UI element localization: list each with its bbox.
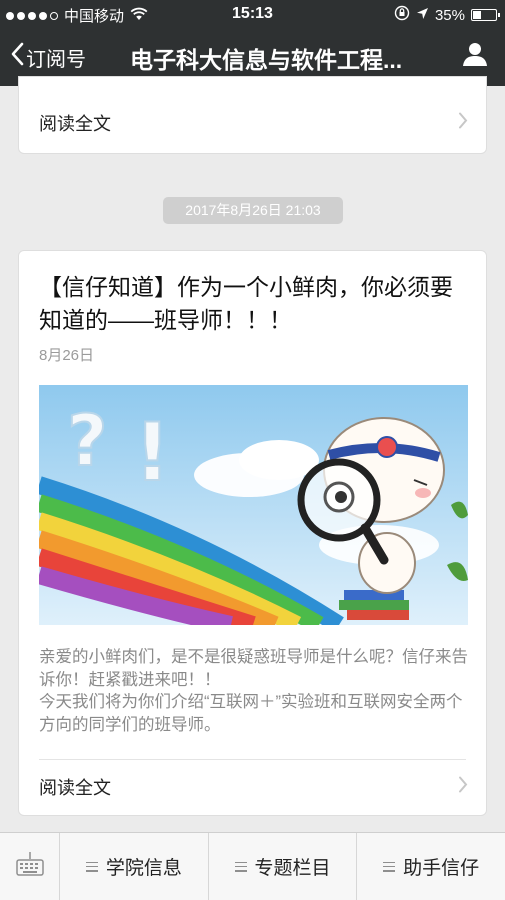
battery-level [473, 11, 482, 19]
read-more-row[interactable]: 阅读全文 [19, 759, 486, 815]
battery-icon [471, 9, 500, 21]
svg-text:?: ? [67, 400, 108, 482]
location-arrow-icon [416, 7, 429, 24]
chevron-left-icon [10, 42, 24, 72]
svg-text:!: ! [134, 406, 170, 499]
back-label: 订阅号 [26, 48, 86, 71]
article-title[interactable]: 【信仔知道】作为一个小鲜肉，你必须要知道的——班导师！！！ [39, 271, 469, 337]
read-more-label: 阅读全文 [39, 778, 111, 798]
status-bar: 中国移动 15:13 35% [0, 0, 505, 28]
menu-item-assistant[interactable]: 助手信仔 [357, 833, 505, 900]
keyboard-toggle-button[interactable] [0, 833, 60, 900]
previous-read-more-row[interactable]: 阅读全文 [19, 95, 486, 151]
menu-item-label: 助手信仔 [403, 858, 480, 879]
rotation-lock-icon [394, 5, 410, 25]
menu-lines-icon [234, 861, 247, 872]
chevron-right-icon [458, 776, 468, 799]
menu-lines-icon [383, 861, 396, 872]
chevron-right-icon [458, 112, 468, 135]
page-title: 电子科大信息与软件工程... [130, 47, 403, 73]
article-summary: 亲爱的小鲜肉们，是不是很疑惑班导师是什么呢？信仔来告诉你！赶紧戳进来吧！！ 今天… [39, 646, 475, 736]
menu-item-label: 专题栏目 [254, 858, 331, 879]
bottom-menu-bar: 学院信息 专题栏目 助手信仔 [0, 832, 505, 900]
previous-read-more-label: 阅读全文 [39, 114, 111, 134]
article-date: 8月26日 [39, 347, 95, 364]
battery-percent: 35% [434, 6, 465, 24]
article-cover-image[interactable]: ? ! [39, 385, 468, 625]
menu-item-label: 学院信息 [105, 858, 182, 879]
back-button[interactable]: 订阅号 [10, 42, 86, 72]
article-summary-text: 亲爱的小鲜肉们，是不是很疑惑班导师是什么呢？信仔来告诉你！赶紧戳进来吧！！ 今天… [39, 648, 468, 734]
article-card[interactable]: 【信仔知道】作为一个小鲜肉，你必须要知道的——班导师！！！ 8月26日 ? ! [18, 250, 487, 816]
message-timestamp: 2017年8月26日 21:03 [163, 197, 343, 224]
status-right: 35% [394, 5, 500, 25]
menu-item-special-topics[interactable]: 专题栏目 [209, 833, 358, 900]
keyboard-icon [15, 851, 45, 882]
previous-article-card[interactable]: 阅读全文 [18, 76, 487, 154]
user-icon[interactable] [461, 40, 489, 73]
cover-illustration: ? ! [39, 385, 468, 625]
menu-lines-icon [85, 861, 98, 872]
menu-item-college-info[interactable]: 学院信息 [60, 833, 209, 900]
